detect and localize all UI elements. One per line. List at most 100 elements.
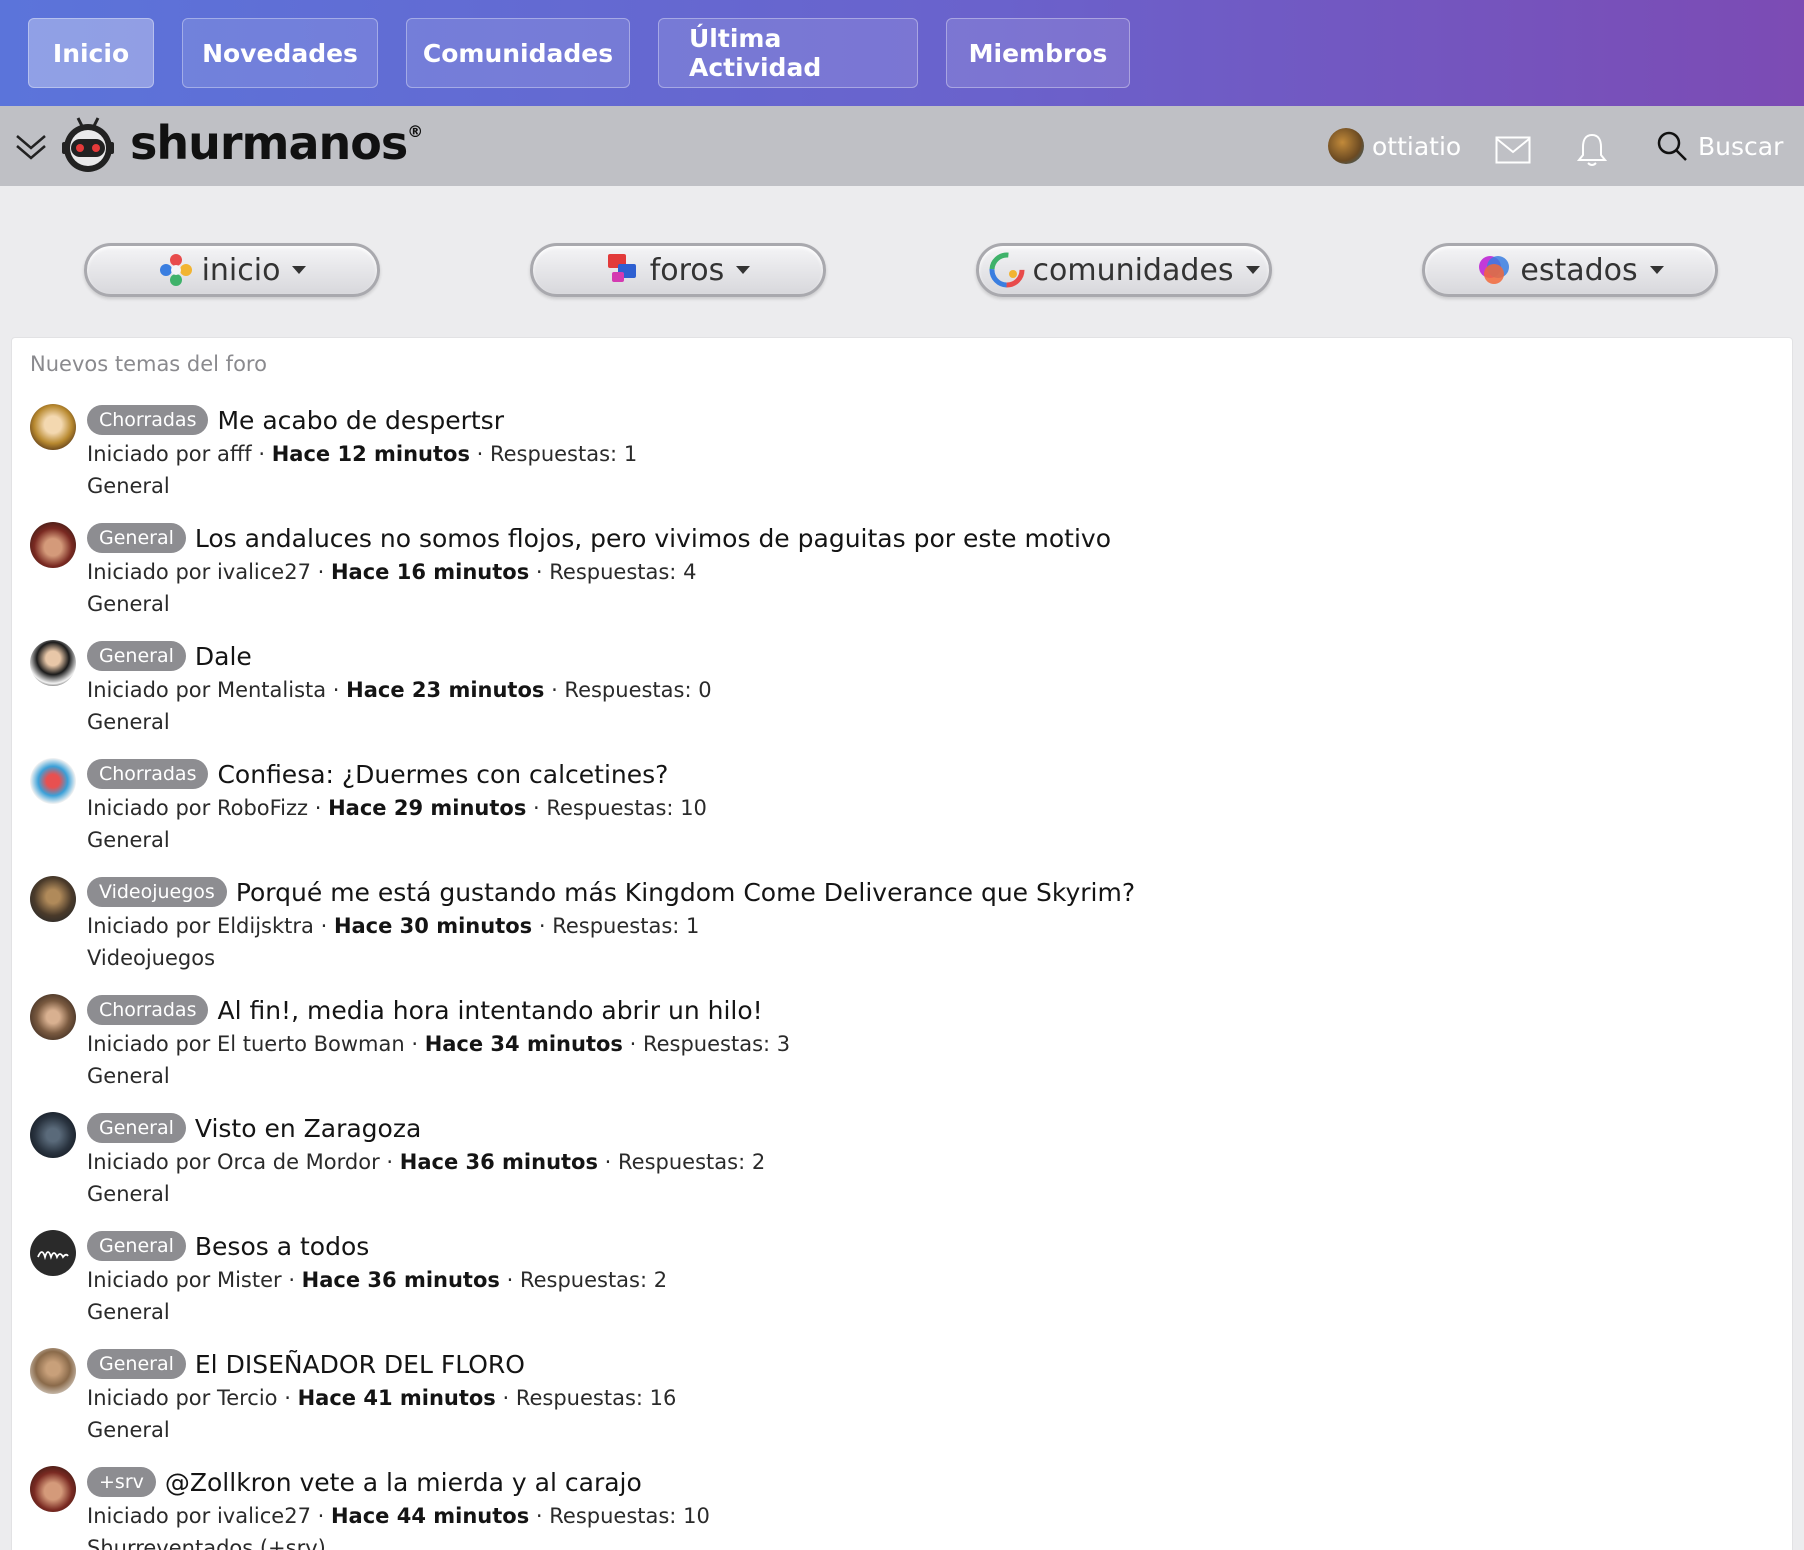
replies-label: Respuestas: [549, 1504, 677, 1528]
pill-estados[interactable]: estados [1422, 243, 1718, 297]
thread-prefix-tag[interactable]: Chorradas [87, 995, 209, 1025]
time-ago[interactable]: Hace 36 minutos [400, 1150, 598, 1174]
author-link[interactable]: afff [217, 442, 252, 466]
thread-prefix-tag[interactable]: General [87, 1113, 186, 1143]
author-link[interactable]: ivalice27 [217, 1504, 311, 1528]
time-ago[interactable]: Hace 23 minutos [346, 678, 544, 702]
list-item: General Besos a todos Iniciado por Miste… [30, 1228, 1330, 1338]
mister-logo-icon [37, 1251, 69, 1261]
time-ago[interactable]: Hace 12 minutos [272, 442, 470, 466]
nav-ultima-actividad[interactable]: Última Actividad [658, 18, 918, 88]
search-label: Buscar [1698, 131, 1784, 161]
site-logo[interactable]: shurmanos® [130, 116, 423, 170]
author-link[interactable]: Mister [217, 1268, 282, 1292]
forum-link[interactable]: General [87, 1064, 790, 1088]
replies-count: 16 [649, 1386, 677, 1410]
author-link[interactable]: ivalice27 [217, 560, 311, 584]
thread-title-link[interactable]: Me acabo de despertsr [217, 406, 504, 435]
time-ago[interactable]: Hace 16 minutos [331, 560, 529, 584]
nav-inicio[interactable]: Inicio [28, 18, 154, 88]
avatar[interactable] [30, 1348, 76, 1394]
replies-label: Respuestas: [642, 1032, 771, 1056]
pill-inicio[interactable]: inicio [84, 243, 380, 297]
replies-label: Respuestas: [618, 1150, 746, 1174]
started-by-label: Iniciado por [87, 442, 211, 466]
time-ago[interactable]: Hace 44 minutos [331, 1504, 529, 1528]
avatar[interactable] [30, 1112, 76, 1158]
nav-miembros[interactable]: Miembros [946, 18, 1130, 88]
list-item: Chorradas Al fin!, media hora intentando… [30, 992, 1330, 1102]
list-item: Chorradas Confiesa: ¿Duermes con calceti… [30, 756, 1330, 866]
thread-prefix-tag[interactable]: Chorradas [87, 759, 209, 789]
forum-link[interactable]: General [87, 1418, 676, 1442]
thread-prefix-tag[interactable]: Chorradas [87, 405, 209, 435]
chevron-down-icon[interactable] [14, 126, 48, 166]
mail-icon[interactable] [1495, 136, 1531, 164]
time-ago[interactable]: Hace 34 minutos [425, 1032, 623, 1056]
thread-title-link[interactable]: Visto en Zaragoza [195, 1114, 421, 1143]
thread-prefix-tag[interactable]: General [87, 641, 186, 671]
avatar[interactable] [30, 640, 76, 686]
forum-link[interactable]: Videojuegos [87, 946, 1135, 970]
card-title: Nuevos temas del foro [30, 352, 267, 376]
nav-novedades[interactable]: Novedades [182, 18, 378, 88]
time-ago[interactable]: Hace 29 minutos [328, 796, 526, 820]
author-link[interactable]: RoboFizz [217, 796, 308, 820]
thread-title-link[interactable]: El DISEÑADOR DEL FLORO [195, 1350, 525, 1379]
nav-comunidades[interactable]: Comunidades [406, 18, 630, 88]
started-by-label: Iniciado por [87, 1504, 211, 1528]
thread-title-link[interactable]: Porqué me está gustando más Kingdom Come… [236, 878, 1135, 907]
thread-prefix-tag[interactable]: General [87, 1349, 186, 1379]
forum-link[interactable]: General [87, 710, 712, 734]
author-link[interactable]: Mentalista [217, 678, 326, 702]
replies-count: 1 [623, 442, 638, 466]
search-icon [1657, 131, 1687, 161]
forum-link[interactable]: General [87, 1182, 765, 1206]
author-link[interactable]: Tercio [217, 1386, 278, 1410]
mascot-logo-icon[interactable] [60, 112, 116, 174]
avatar[interactable] [30, 404, 76, 450]
forum-link[interactable]: Shurreventados (+srv) [87, 1536, 710, 1550]
time-ago[interactable]: Hace 41 minutos [298, 1386, 496, 1410]
time-ago[interactable]: Hace 30 minutos [334, 914, 532, 938]
thread-prefix-tag[interactable]: +srv [87, 1467, 156, 1497]
search-button[interactable]: Buscar [1656, 130, 1783, 162]
author-link[interactable]: Orca de Mordor [217, 1150, 380, 1174]
forum-link[interactable]: General [87, 828, 707, 852]
avatar[interactable] [30, 758, 76, 804]
replies-label: Respuestas: [546, 796, 674, 820]
user-menu[interactable]: ottiatio [1328, 128, 1461, 164]
replies-count: 4 [683, 560, 697, 584]
forum-link[interactable]: General [87, 592, 1111, 616]
thread-title-link[interactable]: Al fin!, media hora intentando abrir un … [217, 996, 762, 1025]
author-link[interactable]: El tuerto Bowman [217, 1032, 405, 1056]
bell-icon[interactable] [1576, 132, 1608, 168]
forum-link[interactable]: General [87, 1300, 667, 1324]
thread-prefix-tag[interactable]: Videojuegos [87, 877, 227, 907]
forum-link[interactable]: General [87, 474, 637, 498]
thread-title-link[interactable]: Confiesa: ¿Duermes con calcetines? [217, 760, 668, 789]
avatar[interactable] [30, 994, 76, 1040]
avatar[interactable] [30, 522, 76, 568]
started-by-label: Iniciado por [87, 560, 211, 584]
pill-foros[interactable]: foros [530, 243, 826, 297]
replies-label: Respuestas: [564, 678, 692, 702]
pill-comunidades[interactable]: comunidades [976, 243, 1272, 297]
author-link[interactable]: Eldijsktra [217, 914, 314, 938]
time-ago[interactable]: Hace 36 minutos [302, 1268, 500, 1292]
thread-prefix-tag[interactable]: General [87, 523, 186, 553]
avatar[interactable] [30, 876, 76, 922]
avatar[interactable] [30, 1466, 76, 1512]
avatar[interactable] [30, 1230, 76, 1276]
thread-prefix-tag[interactable]: General [87, 1231, 186, 1261]
thread-title-link[interactable]: @Zollkron vete a la mierda y al carajo [165, 1468, 642, 1497]
replies-count: 10 [680, 796, 707, 820]
caret-down-icon [1649, 266, 1664, 274]
thread-title-link[interactable]: Dale [195, 642, 252, 671]
started-by-label: Iniciado por [87, 1032, 211, 1056]
thread-title-link[interactable]: Los andaluces no somos flojos, pero vivi… [195, 524, 1111, 553]
thread-title-link[interactable]: Besos a todos [195, 1232, 369, 1261]
inicio-icon [159, 254, 192, 286]
estados-icon [1479, 256, 1510, 284]
replies-count: 0 [698, 678, 712, 702]
